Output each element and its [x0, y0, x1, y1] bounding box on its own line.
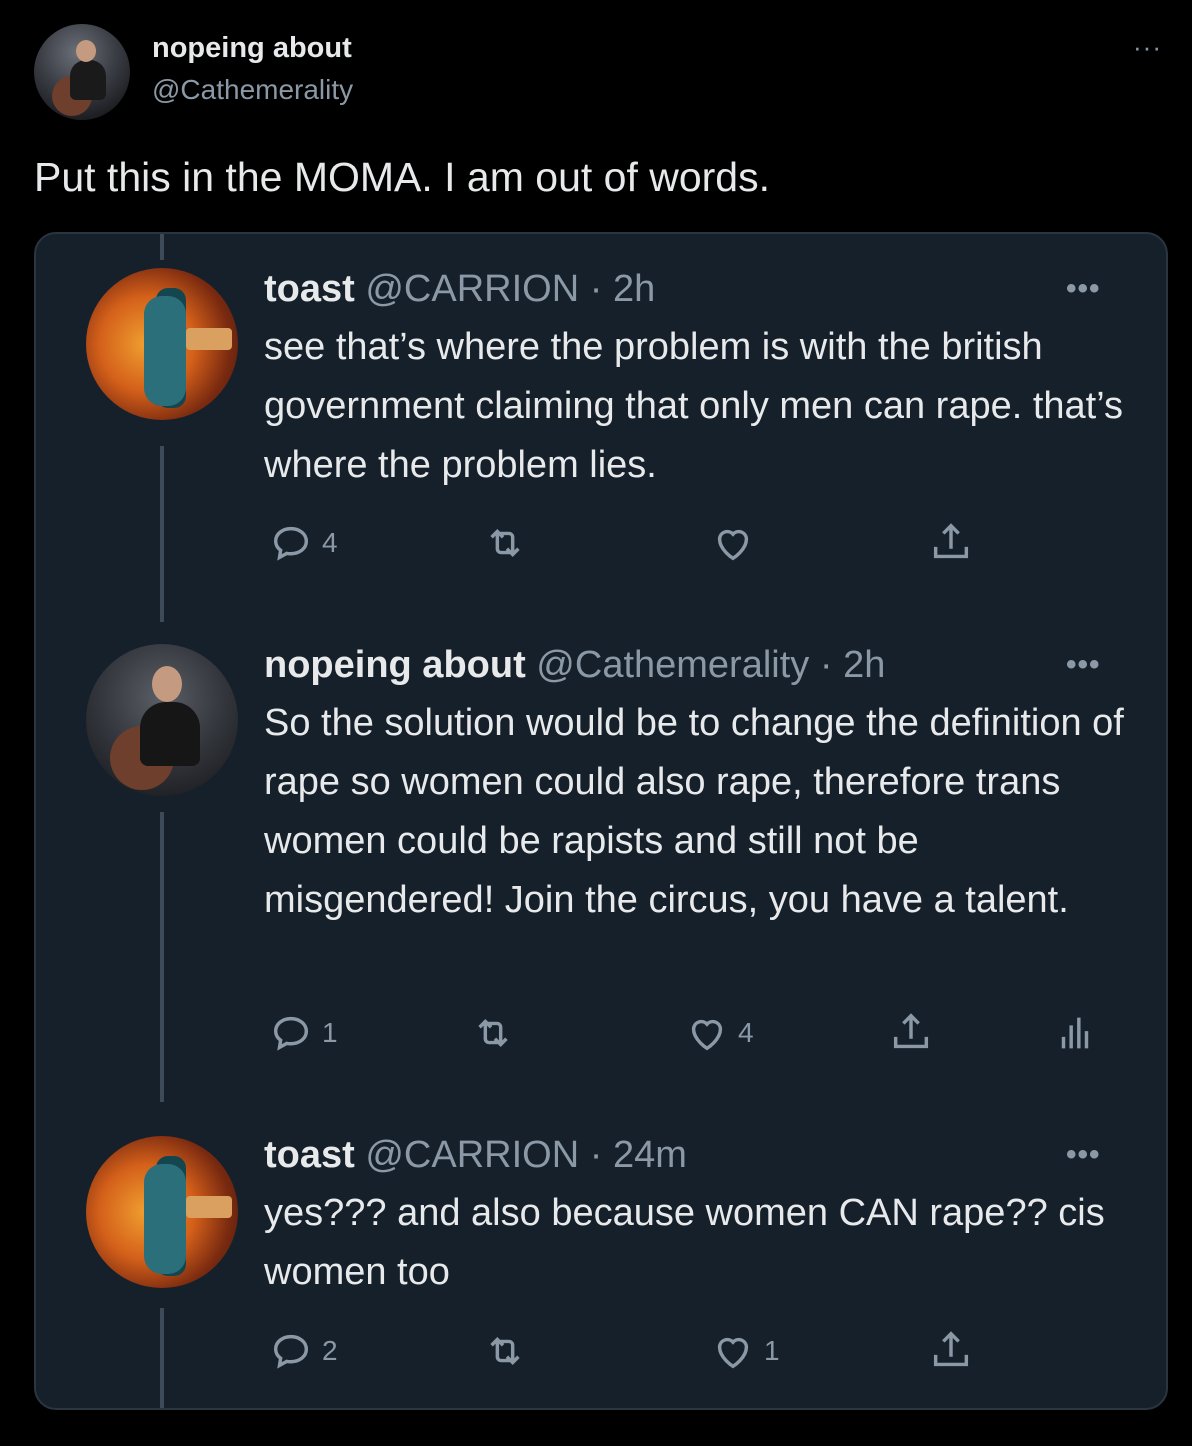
- like-button[interactable]: 4: [684, 1008, 754, 1058]
- author-name[interactable]: nopeing about: [152, 32, 352, 65]
- tweet-time[interactable]: · 2h: [590, 268, 655, 310]
- avatar-body: [140, 702, 200, 766]
- more-icon[interactable]: ···: [1133, 32, 1162, 63]
- tweet-text: yes??? and also because women CAN rape??…: [264, 1192, 1105, 1293]
- analytics-icon: [1061, 1017, 1089, 1049]
- toast-avatar[interactable]: [86, 268, 238, 420]
- tweet-text: see that’s where the problem is with the…: [264, 326, 1123, 486]
- reply-icon: [273, 526, 309, 561]
- tweet-author-name[interactable]: toast: [264, 1134, 355, 1176]
- thread-line: [160, 234, 164, 260]
- retweet-button[interactable]: [470, 1008, 516, 1058]
- like-count: 4: [738, 1017, 754, 1048]
- post-header: nopeing about @Cathemerality ···: [34, 24, 1164, 124]
- avatar-face: [144, 296, 186, 406]
- more-icon[interactable]: •••: [1066, 1138, 1101, 1172]
- retweet-icon: [478, 1019, 508, 1047]
- share-icon: [933, 523, 969, 559]
- tweet-author-name[interactable]: toast: [264, 268, 355, 310]
- tweet-text: So the solution would be to change the d…: [264, 702, 1124, 921]
- retweet-button[interactable]: [482, 1326, 528, 1376]
- thread-line: [160, 812, 164, 1102]
- share-icon: [893, 1013, 929, 1049]
- share-button[interactable]: [928, 1326, 974, 1376]
- more-icon[interactable]: •••: [1066, 272, 1101, 306]
- tweet-actions: 2 1: [36, 1326, 1166, 1376]
- avatar-body: [70, 60, 106, 100]
- reply-button[interactable]: 1: [268, 1008, 338, 1058]
- toast-avatar[interactable]: [86, 1136, 238, 1288]
- tweet-actions: 4: [36, 518, 1166, 568]
- tweet-actions: 1 4: [36, 1008, 1166, 1058]
- tweet-header: nopeing about @Cathemerality · 2h: [264, 644, 885, 687]
- retweet-icon: [490, 1337, 520, 1365]
- reply-count: 2: [322, 1335, 338, 1366]
- like-icon: [717, 1337, 749, 1369]
- author-avatar[interactable]: [34, 24, 130, 120]
- reply-icon: [273, 1334, 309, 1369]
- like-button[interactable]: 1: [710, 1326, 780, 1376]
- tweet-header: toast @CARRION · 24m: [264, 1134, 687, 1177]
- analytics-button[interactable]: [1052, 1008, 1098, 1058]
- like-button[interactable]: [710, 518, 756, 568]
- reply-count: 4: [322, 527, 338, 558]
- like-icon: [717, 529, 749, 561]
- reply-button[interactable]: 4: [268, 518, 338, 568]
- nopeing-avatar[interactable]: [86, 644, 238, 796]
- share-button[interactable]: [888, 1008, 934, 1058]
- reply-icon: [273, 1016, 309, 1051]
- reply-button[interactable]: 2: [268, 1326, 338, 1376]
- post-text: Put this in the MOMA. I am out of words.: [34, 154, 770, 200]
- embedded-image[interactable]: toast @CARRION · 2h ••• see that’s where…: [34, 232, 1168, 1410]
- retweet-button[interactable]: [482, 518, 528, 568]
- tweet-time[interactable]: · 24m: [590, 1134, 687, 1176]
- like-count: 1: [764, 1335, 780, 1366]
- avatar-flame: [186, 328, 232, 350]
- more-icon[interactable]: •••: [1066, 648, 1101, 682]
- tweet-author-handle[interactable]: @Cathemerality: [536, 644, 809, 686]
- reply-count: 1: [322, 1017, 338, 1048]
- tweet-time[interactable]: · 2h: [820, 644, 885, 686]
- retweet-icon: [490, 529, 520, 557]
- avatar-head: [76, 40, 96, 62]
- like-icon: [691, 1019, 723, 1051]
- tweet-author-handle[interactable]: @CARRION: [365, 268, 579, 310]
- avatar-face: [144, 1164, 186, 1274]
- tweet-author-handle[interactable]: @CARRION: [365, 1134, 579, 1176]
- tweet-author-name[interactable]: nopeing about: [264, 644, 526, 686]
- share-button[interactable]: [928, 518, 974, 568]
- avatar-head: [152, 666, 182, 702]
- author-handle[interactable]: @Cathemerality: [152, 74, 353, 106]
- tweet-header: toast @CARRION · 2h: [264, 268, 655, 311]
- avatar-flame: [186, 1196, 232, 1218]
- share-icon: [933, 1331, 969, 1367]
